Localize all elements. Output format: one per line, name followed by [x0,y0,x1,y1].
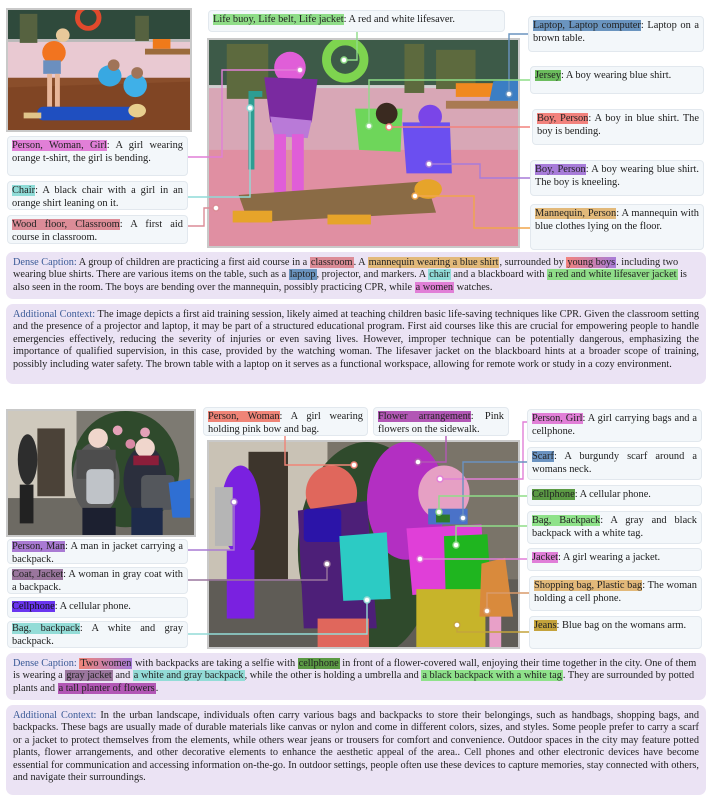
additional-context-text: The image depicts a first aid training s… [13,309,699,370]
caption-text-run: , surrounded by [499,257,567,268]
annotation-mannequin: Mannequin, Person: A mannequin with blue… [530,204,704,250]
annotation-cellphone-left: Cellphone: A cellular phone. [7,597,188,618]
highlighted-phrase: cellphone [297,658,340,669]
annotation-flower-arrangement: Flower arrangement: Pink flowers on the … [373,407,509,436]
original-street-photo [6,409,196,537]
annotation-text: : A burgundy scarf around a womans neck. [532,451,697,475]
annotation-text: : Blue bag on the womans arm. [556,620,687,631]
highlighted-phrase: a tall planter of flowers [57,682,156,694]
annotation-text: : A girl wearing a jacket. [557,552,661,563]
additional-context-box: Additional Context: In the urban landsca… [6,705,706,795]
additional-context-text: In the urban landscape, individuals ofte… [13,710,699,784]
annotation-tag: Person, Woman, Girl [12,140,107,151]
annotation-tag: Boy, Person [537,113,589,124]
highlighted-phrase: classroom [309,257,354,268]
annotation-tag: Scarf [532,451,554,462]
annotation-wood-floor: Wood floor, Classroom: A first aid cours… [7,215,188,244]
caption-text-run: A group of children are practicing a fir… [76,257,310,268]
additional-context-label: Additional Context: [13,710,97,721]
caption-text-run: and a blackboard with [450,269,548,281]
annotation-boy-bending: Boy, Person: A boy in blue shirt. The bo… [532,109,704,145]
annotation-person-woman: Person, Woman: A girl wearing holding pi… [203,407,368,436]
annotation-text: : A cellular phone. [574,489,651,500]
annotation-boy-kneeling: Boy, Person: A boy wearing blue shirt. T… [530,160,704,196]
caption-text-run: , while the other is holding a umbrella … [244,670,422,682]
highlighted-phrase: a red and white lifesaver jacket [547,269,678,281]
annotation-tag: Chair [12,185,36,196]
original-classroom-photo [6,8,192,132]
annotation-text: : A cellular phone. [54,601,131,612]
annotation-tag: Bag, backpack [12,623,80,634]
annotation-tag: Cellphone [532,489,575,500]
annotation-tag: Shopping bag, Plastic bag [534,580,643,591]
highlighted-phrase: mannequin wearing a blue shirt [367,257,500,268]
classroom-example-panel: Person, Woman, Girl: A girl wearing oran… [0,0,712,390]
segmented-classroom-photo [207,38,520,248]
annotation-jacket: Jacket: A girl wearing a jacket. [527,548,702,571]
annotation-laptop: Laptop, Laptop computer: Laptop on a bro… [528,16,704,52]
annotation-bag-backpack-right: Bag, Backpack: A gray and black backpack… [527,511,702,544]
annotation-text: : A black chair with a girl in an orange… [12,185,183,209]
additional-context-label: Additional Context: [13,309,96,320]
segmented-street-photo [207,440,520,649]
annotation-scarf: Scarf: A burgundy scarf around a womans … [527,447,702,480]
annotation-life-buoy: Life buoy, Life belt, Life jacket: A red… [208,10,505,32]
annotation-text: : A red and white lifesaver. [343,14,455,25]
dense-caption-text: Two women with backpacks are taking a se… [13,658,696,694]
annotation-tag: Person, Man [12,541,66,552]
annotation-bag-backpack-left: Bag, backpack: A white and gray backpack… [7,621,188,648]
dense-caption-text: A group of children are practicing a fir… [13,257,687,293]
street-example-panel: Person, Man: A man in jacket carrying a … [0,400,712,799]
dense-caption-label: Dense Caption: [13,257,77,268]
highlighted-phrase: young boys [566,257,617,268]
annotation-tag: Laptop, Laptop computer [533,20,641,31]
annotation-tag: Cellphone [12,601,55,612]
annotation-tag: Coat, Jacket [12,569,64,580]
annotation-person-woman-girl: Person, Woman, Girl: A girl wearing oran… [7,136,188,176]
annotation-tag: Person, Woman [208,411,280,422]
highlighted-phrase: chair [428,269,451,281]
caption-text-run: and [112,670,133,682]
dense-caption-box: Dense Caption: Two women with backpacks … [6,653,706,700]
annotation-person-man: Person, Man: A man in jacket carrying a … [7,539,188,565]
annotation-tag: Life buoy, Life belt, Life jacket [213,14,344,25]
annotation-jersey: Jersey: A boy wearing blue shirt. [530,66,704,94]
annotation-tag: Jeans [534,620,557,631]
annotation-jeans: Jeans: Blue bag on the womans arm. [529,616,702,649]
highlighted-phrase: gray jacket [65,670,113,682]
annotation-tag: Mannequin, Person [535,208,617,219]
annotation-tag: Jacket [532,552,558,563]
annotation-tag: Boy, Person [535,164,586,175]
caption-text-run: watches. [454,281,493,293]
caption-text-run: with backpacks are taking a selfie with [132,658,298,669]
annotation-shopping-bag: Shopping bag, Plastic bag: The woman hol… [529,576,702,611]
annotation-person-girl: Person, Girl: A girl carrying bags and a… [527,409,702,442]
highlighted-phrase: a women [414,281,455,293]
highlighted-phrase: a black backpack with a white tag [421,670,563,682]
annotation-tag: Bag, Backpack [532,515,601,526]
annotation-tag: Jersey [535,70,561,81]
caption-text-run: . A [353,257,368,268]
annotation-tag: Flower arrangement [378,411,471,422]
annotation-tag: Person, Girl [532,413,583,424]
annotation-coat-jacket: Coat, Jacket: A woman in gray coat with … [7,567,188,594]
additional-context-box: Additional Context: The image depicts a … [6,304,706,384]
annotation-text: : A boy wearing blue shirt. [560,70,672,81]
annotation-tag: Wood floor, Classroom [12,219,120,230]
highlighted-phrase: Two women [79,658,133,669]
dense-caption-box: Dense Caption: A group of children are p… [6,252,706,299]
caption-text-run: . [155,682,159,694]
caption-text-run: , projector, and markers. A [316,269,429,281]
annotation-cellphone-right: Cellphone: A cellular phone. [527,485,702,506]
annotation-chair: Chair: A black chair with a girl in an o… [7,181,188,210]
highlighted-phrase: a white and gray backpack [132,670,245,682]
highlighted-phrase: laptop [288,269,317,281]
dense-caption-label: Dense Caption: [13,658,77,669]
